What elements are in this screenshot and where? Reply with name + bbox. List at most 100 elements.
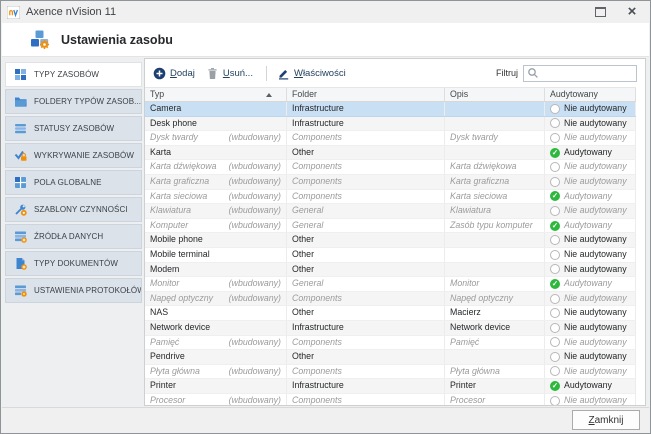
sidebar-item-8[interactable]: USTAWIENIA PROTOKOŁÓW xyxy=(5,278,142,303)
cell-opis: Karta dźwiękowa xyxy=(445,160,545,174)
audited-check-icon[interactable] xyxy=(550,221,560,231)
table-row-2[interactable]: Dysk twardy(wbudowany)ComponentsDysk twa… xyxy=(145,131,636,146)
sidebar-item-0[interactable]: TYPY ZASOBÓW xyxy=(5,62,142,87)
audit-label: Audytowany xyxy=(564,146,612,160)
audited-check-icon[interactable] xyxy=(550,148,560,158)
cell-typ: Monitor(wbudowany) xyxy=(145,277,287,291)
properties-button[interactable]: Właściwości xyxy=(277,67,346,80)
table-row-20[interactable]: Procesor(wbudowany)ComponentsProcesorNie… xyxy=(145,394,636,406)
type-name: Desk phone xyxy=(150,117,197,131)
table-row-6[interactable]: Karta sieciowa(wbudowany)ComponentsKarta… xyxy=(145,190,636,205)
not-audited-radio-icon[interactable] xyxy=(550,352,560,362)
builtin-tag: (wbudowany) xyxy=(229,131,281,145)
cell-typ: Płyta główna(wbudowany) xyxy=(145,365,287,379)
not-audited-radio-icon[interactable] xyxy=(550,104,560,114)
type-name: Modem xyxy=(150,263,179,277)
cell-opis xyxy=(445,146,545,160)
table-row-0[interactable]: CameraInfrastructureNie audytowany xyxy=(145,102,636,117)
table-row-17[interactable]: PendriveOtherNie audytowany xyxy=(145,350,636,365)
audited-check-icon[interactable] xyxy=(550,279,560,289)
maximize-button[interactable] xyxy=(592,4,608,20)
cell-typ: Mobile phone xyxy=(145,233,287,247)
toolbar-separator xyxy=(266,66,267,81)
cell-audytowany: Nie audytowany xyxy=(545,365,636,379)
table-row-5[interactable]: Karta graficzna(wbudowany)ComponentsKart… xyxy=(145,175,636,190)
cell-folder: Components xyxy=(287,365,445,379)
cell-opis xyxy=(445,350,545,364)
cell-audytowany: Audytowany xyxy=(545,379,636,393)
sidebar-item-1[interactable]: FOLDERY TYPÓW ZASOB... xyxy=(5,89,142,114)
table-row-4[interactable]: Karta dźwiękowa(wbudowany)ComponentsKart… xyxy=(145,160,636,175)
column-header-1[interactable]: Folder xyxy=(287,88,445,101)
not-audited-radio-icon[interactable] xyxy=(550,396,560,406)
table-row-10[interactable]: Mobile terminalOtherNie audytowany xyxy=(145,248,636,263)
table-row-9[interactable]: Mobile phoneOtherNie audytowany xyxy=(145,233,636,248)
not-audited-radio-icon[interactable] xyxy=(550,162,560,172)
type-name: Mobile phone xyxy=(150,233,203,247)
table-row-12[interactable]: Monitor(wbudowany)GeneralMonitorAudytowa… xyxy=(145,277,636,292)
cell-audytowany: Nie audytowany xyxy=(545,204,636,218)
not-audited-radio-icon[interactable] xyxy=(550,133,560,143)
column-header-label: Opis xyxy=(450,89,468,99)
audited-check-icon[interactable] xyxy=(550,381,560,391)
audited-check-icon[interactable] xyxy=(550,191,560,201)
builtin-tag: (wbudowany) xyxy=(229,394,281,406)
table-row-8[interactable]: Komputer(wbudowany)GeneralZasób typu kom… xyxy=(145,219,636,234)
not-audited-radio-icon[interactable] xyxy=(550,118,560,128)
table-row-18[interactable]: Płyta główna(wbudowany)ComponentsPłyta g… xyxy=(145,365,636,380)
table-row-11[interactable]: ModemOtherNie audytowany xyxy=(145,263,636,278)
table-row-14[interactable]: NASOtherMacierzNie audytowany xyxy=(145,306,636,321)
content-area: TYPY ZASOBÓWFOLDERY TYPÓW ZASOB...STATUS… xyxy=(2,58,649,407)
remove-button[interactable]: Usuń... xyxy=(206,67,253,80)
filter-input[interactable] xyxy=(523,65,637,82)
table-row-13[interactable]: Napęd optyczny(wbudowany)ComponentsNapęd… xyxy=(145,292,636,307)
not-audited-radio-icon[interactable] xyxy=(550,294,560,304)
sidebar-item-4[interactable]: POLA GLOBALNE xyxy=(5,170,142,195)
audit-label: Nie audytowany xyxy=(564,394,627,406)
audit-label: Nie audytowany xyxy=(564,365,627,379)
cell-folder: Infrastructure xyxy=(287,102,445,116)
window-title: Axence nVision 11 xyxy=(26,6,116,18)
type-name: NAS xyxy=(150,306,168,320)
not-audited-radio-icon[interactable] xyxy=(550,177,560,187)
cell-folder: Components xyxy=(287,292,445,306)
table-body: CameraInfrastructureNie audytowanyDesk p… xyxy=(145,102,636,406)
not-audited-radio-icon[interactable] xyxy=(550,235,560,245)
table-row-7[interactable]: Klawiatura(wbudowany)GeneralKlawiaturaNi… xyxy=(145,204,636,219)
cell-typ: Mobile terminal xyxy=(145,248,287,262)
sidebar-item-5[interactable]: SZABLONY CZYNNOŚCI xyxy=(5,197,142,222)
not-audited-radio-icon[interactable] xyxy=(550,250,560,260)
titlebar: Axence nVision 11 xyxy=(1,1,650,23)
sidebar-item-label: WYKRYWANIE ZASOBÓW xyxy=(34,151,134,160)
table-row-3[interactable]: KartaOtherAudytowany xyxy=(145,146,636,161)
protocol-icon xyxy=(14,284,27,297)
sidebar-item-7[interactable]: TYPY DOKUMENTÓW xyxy=(5,251,142,276)
column-header-2[interactable]: Opis xyxy=(445,88,545,101)
cell-folder: Infrastructure xyxy=(287,117,445,131)
cell-audytowany: Nie audytowany xyxy=(545,117,636,131)
audit-label: Nie audytowany xyxy=(564,292,627,306)
not-audited-radio-icon[interactable] xyxy=(550,337,560,347)
not-audited-radio-icon[interactable] xyxy=(550,366,560,376)
cell-audytowany: Nie audytowany xyxy=(545,336,636,350)
sidebar-item-2[interactable]: STATUSY ZASOBÓW xyxy=(5,116,142,141)
document-icon xyxy=(14,257,27,270)
search-icon xyxy=(527,67,539,79)
column-header-0[interactable]: Typ xyxy=(145,88,287,101)
close-button[interactable] xyxy=(624,4,640,20)
column-header-3[interactable]: Audytowany xyxy=(545,88,636,101)
close-dialog-button[interactable]: Zamknij xyxy=(572,410,640,430)
not-audited-radio-icon[interactable] xyxy=(550,264,560,274)
not-audited-radio-icon[interactable] xyxy=(550,206,560,216)
sidebar-item-6[interactable]: ŹRÓDŁA DANYCH xyxy=(5,224,142,249)
cell-folder: Other xyxy=(287,263,445,277)
table-row-15[interactable]: Network deviceInfrastructureNetwork devi… xyxy=(145,321,636,336)
filter-text-field[interactable] xyxy=(542,68,633,78)
not-audited-radio-icon[interactable] xyxy=(550,323,560,333)
not-audited-radio-icon[interactable] xyxy=(550,308,560,318)
sidebar-item-3[interactable]: WYKRYWANIE ZASOBÓW xyxy=(5,143,142,168)
table-row-16[interactable]: Pamięć(wbudowany)ComponentsPamięćNie aud… xyxy=(145,336,636,351)
add-button[interactable]: Dodaj xyxy=(153,67,195,80)
table-row-1[interactable]: Desk phone Infrastructure Nie audytowany xyxy=(145,117,636,132)
table-row-19[interactable]: PrinterInfrastructurePrinterAudytowany xyxy=(145,379,636,394)
